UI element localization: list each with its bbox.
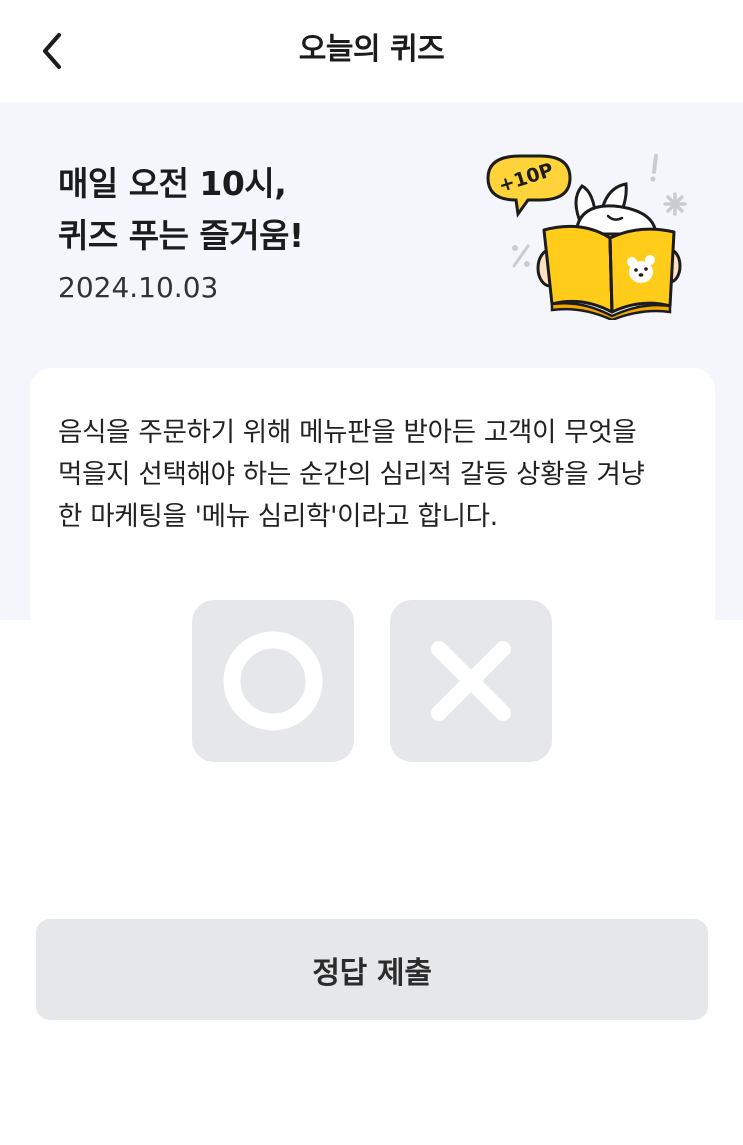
- o-mark-icon: [223, 631, 323, 731]
- submit-answer-button[interactable]: 정답 제출: [36, 919, 708, 1020]
- answer-o-button[interactable]: [192, 600, 354, 762]
- app-header: 오늘의 퀴즈: [0, 0, 743, 102]
- quiz-date: 2024.10.03: [58, 271, 219, 304]
- question-line: 음식을 주문하기 위해 메뉴판을 받아든 고객이 무엇을: [58, 417, 637, 448]
- exclamation-icon: [650, 154, 658, 182]
- page-title: 오늘의 퀴즈: [298, 32, 445, 67]
- question-line: 먹을지 선택해야 하는 순간의 심리적 갈등 상황을 겨냥: [58, 459, 645, 490]
- reading-bunny-illustration: +10P: [486, 154, 687, 320]
- hero-title-line-2: 퀴즈 푸는 즐거움!: [58, 216, 304, 255]
- answer-x-button[interactable]: [390, 600, 552, 762]
- quiz-question: 음식을 주문하기 위해 메뉴판을 받아든 고객이 무엇을 먹을지 선택해야 하는…: [58, 412, 688, 538]
- x-mark-icon: [431, 641, 511, 721]
- hero-title: 매일 오전 10시, 퀴즈 푸는 즐거움!: [58, 158, 304, 262]
- yellow-book: [542, 224, 676, 320]
- sparkle-icon: [663, 192, 687, 216]
- hero-title-line-1: 매일 오전 10시,: [58, 164, 287, 203]
- points-badge: +10P: [486, 154, 572, 218]
- percent-icon: [512, 244, 530, 268]
- question-line: 한 마케팅을 '메뉴 심리학'이라고 합니다.: [58, 501, 498, 532]
